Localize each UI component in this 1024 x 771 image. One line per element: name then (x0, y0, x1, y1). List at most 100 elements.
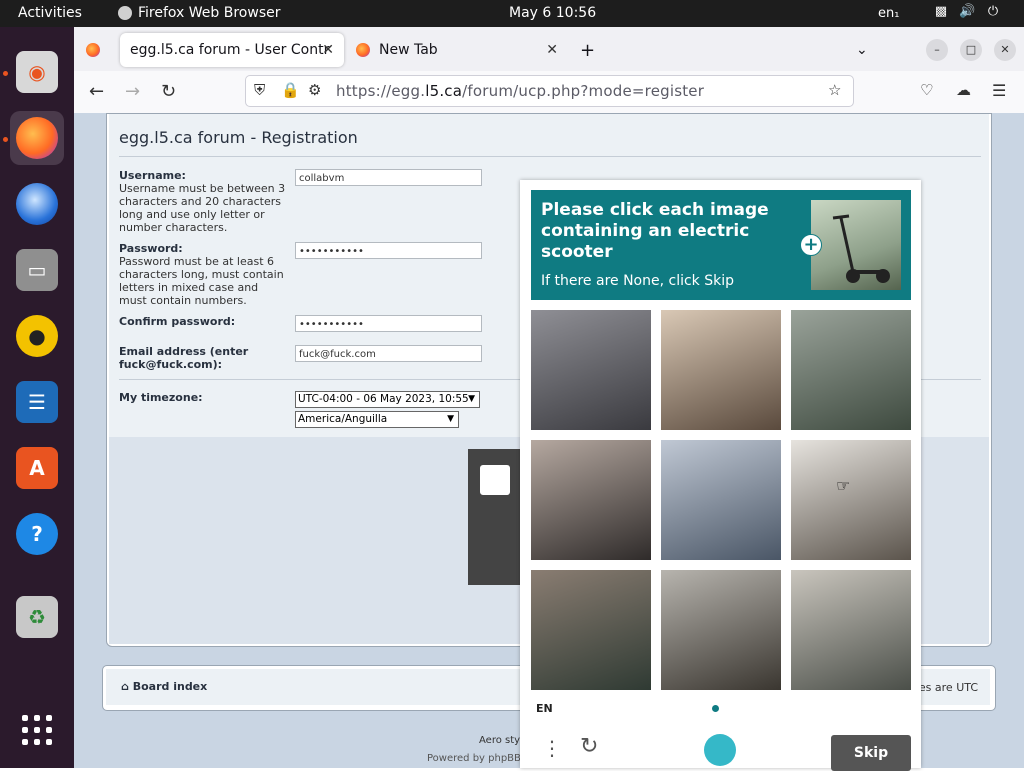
dock-rhythmbox[interactable]: ● (10, 309, 64, 363)
captcha-checkbox-widget (468, 449, 524, 585)
url-bar[interactable]: ⛨ 🔒 ⚙ https://egg.l5.ca/forum/ucp.php?mo… (245, 75, 854, 107)
dock: ◉ ▭ ● ☰ A ? ♻ (0, 27, 74, 768)
tab-egg-forum[interactable]: egg.l5.ca forum - User Contr ✕ (120, 33, 344, 67)
firefox-icon (356, 43, 370, 57)
running-indicator (3, 137, 8, 142)
captcha-image-rider-on-scooter[interactable] (661, 310, 781, 430)
region-select[interactable]: America/Anguilla ▼ (295, 411, 459, 428)
trash-icon: ♻ (16, 596, 58, 638)
close-tab-icon[interactable]: ✕ (546, 42, 558, 58)
captcha-image-scooter-closeup[interactable] (531, 310, 651, 430)
firefox-view-button[interactable] (82, 39, 104, 61)
lock-icon[interactable]: 🔒 (281, 81, 300, 99)
back-icon[interactable]: ← (89, 81, 104, 102)
email-label: Email address (enter fuck@fuck.com): (119, 345, 249, 371)
board-index-link[interactable]: ⌂ Board index (121, 680, 207, 693)
username-label: Username: Username must be between 3 char… (119, 169, 286, 234)
password-label: Password: Password must be at least 6 cha… (119, 242, 284, 307)
dock-trash[interactable]: ♻ (10, 590, 64, 644)
timezone-select[interactable]: UTC-04:00 - 06 May 2023, 10:55 ▼ (295, 391, 480, 408)
captcha-image-bicycle-city[interactable] (661, 440, 781, 560)
tab-bar: egg.l5.ca forum - User Contr ✕ New Tab ✕… (74, 27, 1024, 71)
firefox-icon (86, 43, 100, 57)
username-input[interactable]: collabvm (295, 169, 482, 186)
captcha-image-bicycle-by-wall[interactable] (791, 310, 911, 430)
confirm-password-label: Confirm password: (119, 315, 236, 328)
captcha-image-bicycle-parked[interactable] (791, 570, 911, 690)
help-icon: ? (16, 513, 58, 555)
dock-thunderbird[interactable] (10, 177, 64, 231)
dock-show-apps[interactable] (10, 703, 64, 757)
menu-icon[interactable]: ☰ (992, 81, 1006, 100)
shield-icon[interactable]: ⛨ (254, 81, 265, 99)
app-name: Firefox Web Browser (138, 5, 281, 21)
expand-sample-icon[interactable]: + (800, 234, 822, 256)
captcha-challenge: Please click each image containing an el… (520, 180, 921, 771)
dock-ubuntu-installer[interactable]: ◉ (10, 45, 64, 99)
input-language-indicator[interactable]: en₁ (878, 6, 899, 21)
url-text: https://egg.l5.ca/forum/ucp.php?mode=reg… (336, 82, 705, 100)
forward-icon[interactable]: → (125, 81, 140, 102)
timezone-note: nes are UTC (911, 681, 978, 694)
power-icon: ⏻ (987, 4, 999, 19)
confirm-password-input[interactable]: ••••••••••• (295, 315, 482, 332)
chevron-down-icon: ▼ (468, 394, 475, 404)
close-window-button[interactable]: ✕ (994, 39, 1016, 61)
dock-app-center[interactable]: A (10, 441, 64, 495)
tab-title: egg.l5.ca forum - User Contr (130, 42, 330, 58)
files-icon: ▭ (16, 249, 58, 291)
divider (119, 156, 981, 157)
page-title: egg.l5.ca forum - Registration (119, 128, 358, 147)
navigation-toolbar: ← → ↻ ⛨ 🔒 ⚙ https://egg.l5.ca/forum/ucp.… (74, 71, 1024, 114)
captcha-skip-note: If there are None, click Skip (541, 273, 735, 289)
pocket-icon[interactable]: ♡ (920, 81, 933, 99)
captcha-checkbox[interactable] (480, 465, 510, 495)
captcha-image-scooter-street[interactable] (531, 440, 651, 560)
captcha-language[interactable]: EN (536, 702, 553, 715)
extensions-icon[interactable]: ☁ (956, 81, 971, 99)
bookmark-star-icon[interactable]: ☆ (828, 81, 841, 99)
hcaptcha-logo-icon[interactable] (704, 734, 736, 766)
new-tab-button[interactable]: + (580, 33, 600, 67)
mouse-cursor-icon: ☞ (836, 476, 851, 495)
captcha-image-drone-living-room[interactable] (791, 440, 911, 560)
dock-help[interactable]: ? (10, 507, 64, 561)
dock-firefox[interactable] (10, 111, 64, 165)
firefox-icon (16, 117, 58, 159)
running-indicator (3, 71, 8, 76)
clock[interactable]: May 6 10:56 (509, 5, 596, 21)
app-center-icon: A (16, 447, 58, 489)
more-options-icon[interactable]: ⋮ (542, 736, 562, 760)
minimize-button[interactable]: – (926, 39, 948, 61)
writer-icon: ☰ (16, 381, 58, 423)
activities-button[interactable]: Activities (18, 5, 82, 21)
close-tab-icon[interactable]: ✕ (322, 42, 334, 58)
home-icon: ⌂ (121, 680, 129, 693)
captcha-prompt: Please click each image containing an el… (541, 200, 769, 262)
timezone-label: My timezone: (119, 391, 203, 404)
dock-writer[interactable]: ☰ (10, 375, 64, 429)
network-icon: ▩ (934, 4, 948, 19)
password-input[interactable]: ••••••••••• (295, 242, 482, 259)
skip-button[interactable]: Skip (831, 735, 911, 771)
tab-new-tab[interactable]: New Tab ✕ (346, 33, 568, 67)
app-menu[interactable]: Firefox Web Browser (118, 5, 281, 21)
captcha-header: Please click each image containing an el… (531, 190, 911, 300)
refresh-icon[interactable]: ↻ (580, 734, 598, 759)
permissions-icon[interactable]: ⚙ (308, 81, 321, 99)
sample-image[interactable] (811, 200, 901, 290)
email-input[interactable]: fuck@fuck.com (295, 345, 482, 362)
list-all-tabs-icon[interactable]: ⌄ (856, 33, 872, 67)
chevron-down-icon: ▼ (447, 414, 454, 424)
captcha-image-cyclist-street[interactable] (661, 570, 781, 690)
system-tray[interactable]: ▩ 🔊 ⏻ (933, 4, 1001, 20)
volume-icon: 🔊 (959, 4, 976, 19)
captcha-image-bicycle-street[interactable] (531, 570, 651, 690)
rhythmbox-icon: ● (16, 315, 58, 357)
scooter-icon (832, 214, 890, 283)
show-apps-icon (22, 715, 52, 745)
reload-icon[interactable]: ↻ (161, 81, 176, 102)
dock-files[interactable]: ▭ (10, 243, 64, 297)
firefox-icon (118, 6, 132, 20)
maximize-button[interactable]: □ (960, 39, 982, 61)
